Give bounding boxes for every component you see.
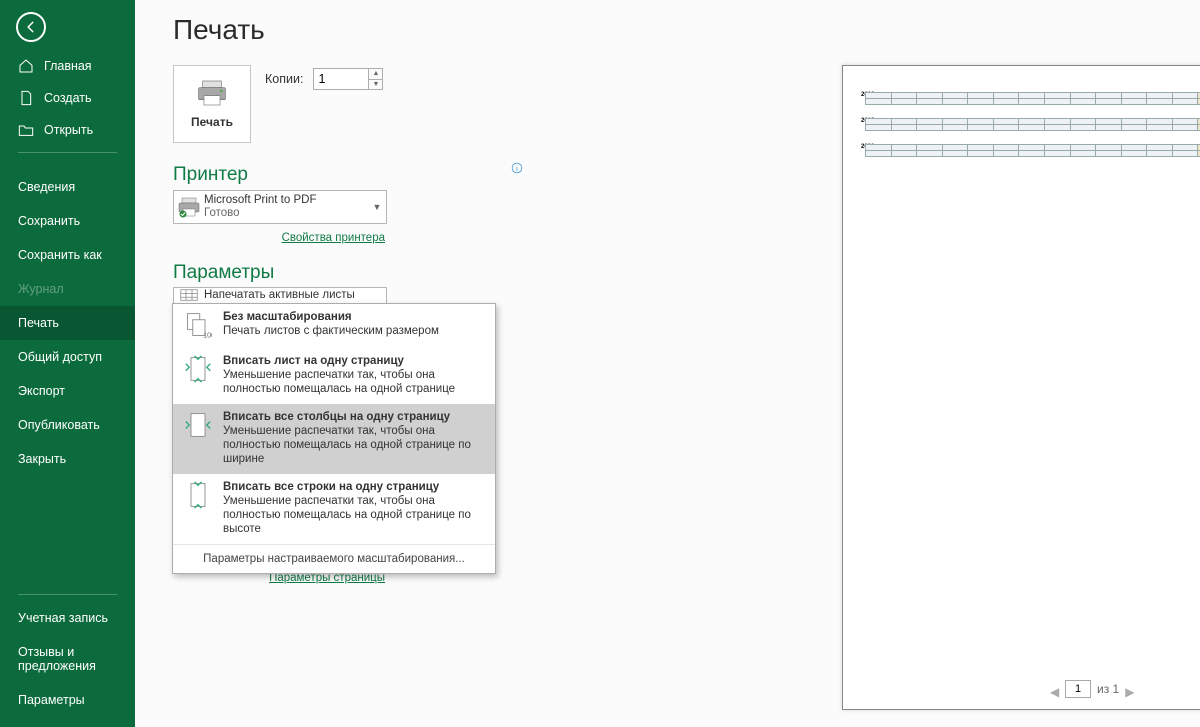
preview-table <box>865 92 1200 105</box>
nav-share[interactable]: Общий доступ <box>0 340 135 374</box>
sidebar-middle-group: СведенияСохранитьСохранить какЖурналПеча… <box>0 170 135 476</box>
printer-properties-link[interactable]: Свойства принтера <box>282 232 385 244</box>
print-preview-pane: 2018 2019 2020 ◀ из 1 ▶ <box>710 20 1200 700</box>
printer-status-icon <box>177 196 201 218</box>
scaling-option-1[interactable]: Вписать лист на одну страницуУменьшение … <box>173 348 495 404</box>
scaling-option-sub: Печать листов с фактическим размером <box>223 324 439 338</box>
copies-label: Копии: <box>265 72 303 86</box>
backstage-sidebar: Главная Создать Открыть СведенияСохранит… <box>0 0 135 727</box>
sidebar-bottom-group: Учетная записьОтзывы и предложенияПараме… <box>0 588 135 717</box>
back-button[interactable] <box>16 12 46 42</box>
next-page-button[interactable]: ▶ <box>1125 685 1134 694</box>
scaling-option-title: Вписать все строки на одну страницу <box>223 480 485 494</box>
nav-home[interactable]: Главная <box>0 50 135 82</box>
print-button-label: Печать <box>191 115 233 129</box>
info-icon[interactable]: i <box>511 162 523 174</box>
prev-page-button[interactable]: ◀ <box>1050 685 1059 694</box>
scaling-option-icon <box>183 354 213 384</box>
nav-print[interactable]: Печать <box>0 306 135 340</box>
scaling-option-title: Вписать лист на одну страницу <box>223 354 485 368</box>
nav-publish[interactable]: Опубликовать <box>0 408 135 442</box>
print-what-dropdown[interactable]: Напечатать активные листы <box>173 287 387 303</box>
print-button[interactable]: Печать <box>173 65 251 143</box>
scaling-option-icon <box>183 480 213 510</box>
printer-name: Microsoft Print to PDF <box>204 194 368 207</box>
nav-info[interactable]: Сведения <box>0 170 135 204</box>
scaling-option-3[interactable]: Вписать все строки на одну страницуУмень… <box>173 474 495 544</box>
preview-page: 2018 2019 2020 <box>842 65 1200 710</box>
printer-status: Готово <box>204 207 368 220</box>
scaling-option-sub: Уменьшение распечатки так, чтобы она пол… <box>223 368 485 396</box>
printer-dropdown[interactable]: Microsoft Print to PDF Готово ▼ <box>173 190 387 224</box>
settings-heading: Параметры <box>173 262 274 284</box>
arrow-left-icon <box>24 20 38 34</box>
nav-save-as[interactable]: Сохранить как <box>0 238 135 272</box>
scaling-option-sub: Уменьшение распечатки так, чтобы она пол… <box>223 494 485 536</box>
printer-heading: Принтер <box>173 164 248 186</box>
nav-new[interactable]: Создать <box>0 82 135 114</box>
nav-home-label: Главная <box>44 59 92 73</box>
chevron-down-icon[interactable]: ▼ <box>368 202 386 212</box>
scaling-option-title: Без масштабирования <box>223 310 439 324</box>
sidebar-top-group: Главная Создать Открыть <box>0 50 135 159</box>
page-total-label: из 1 <box>1097 682 1119 696</box>
sheet-grid-icon <box>178 289 200 301</box>
document-icon <box>18 90 34 106</box>
nav-feedback[interactable]: Отзывы и предложения <box>0 635 135 683</box>
page-navigation: ◀ из 1 ▶ <box>1050 680 1134 698</box>
nav-save[interactable]: Сохранить <box>0 204 135 238</box>
copies-input[interactable] <box>313 68 369 90</box>
scaling-option-icon: 100 <box>183 310 213 340</box>
copies-row: Копии: ▲▼ <box>265 68 383 90</box>
nav-account[interactable]: Учетная запись <box>0 601 135 635</box>
folder-open-icon <box>18 122 34 138</box>
page-number-input[interactable] <box>1065 680 1091 698</box>
printer-icon <box>196 79 228 107</box>
scaling-option-title: Вписать все столбцы на одну страницу <box>223 410 485 424</box>
nav-history: Журнал <box>0 272 135 306</box>
scaling-option-0[interactable]: 100 Без масштабированияПечать листов с фа… <box>173 304 495 348</box>
nav-new-label: Создать <box>44 91 92 105</box>
copies-spinner[interactable]: ▲▼ <box>369 68 383 90</box>
scaling-option-2[interactable]: Вписать все столбцы на одну страницуУмен… <box>173 404 495 474</box>
svg-text:100: 100 <box>203 332 212 339</box>
page-title: Печать <box>173 14 265 46</box>
nav-options[interactable]: Параметры <box>0 683 135 717</box>
custom-scaling-option[interactable]: Параметры настраиваемого масштабирования… <box>173 544 495 573</box>
home-icon <box>18 58 34 74</box>
scaling-option-sub: Уменьшение распечатки так, чтобы она пол… <box>223 424 485 466</box>
nav-open-label: Открыть <box>44 123 93 137</box>
spin-up-icon[interactable]: ▲ <box>369 69 382 80</box>
nav-open[interactable]: Открыть <box>0 114 135 146</box>
nav-close[interactable]: Закрыть <box>0 442 135 476</box>
scaling-option-icon <box>183 410 213 440</box>
scaling-menu: 100 Без масштабированияПечать листов с фа… <box>172 303 496 574</box>
preview-table <box>865 144 1200 157</box>
nav-export[interactable]: Экспорт <box>0 374 135 408</box>
preview-table <box>865 118 1200 131</box>
spin-down-icon[interactable]: ▼ <box>369 80 382 90</box>
print-what-label: Напечатать активные листы <box>204 289 386 302</box>
svg-text:i: i <box>516 164 518 173</box>
